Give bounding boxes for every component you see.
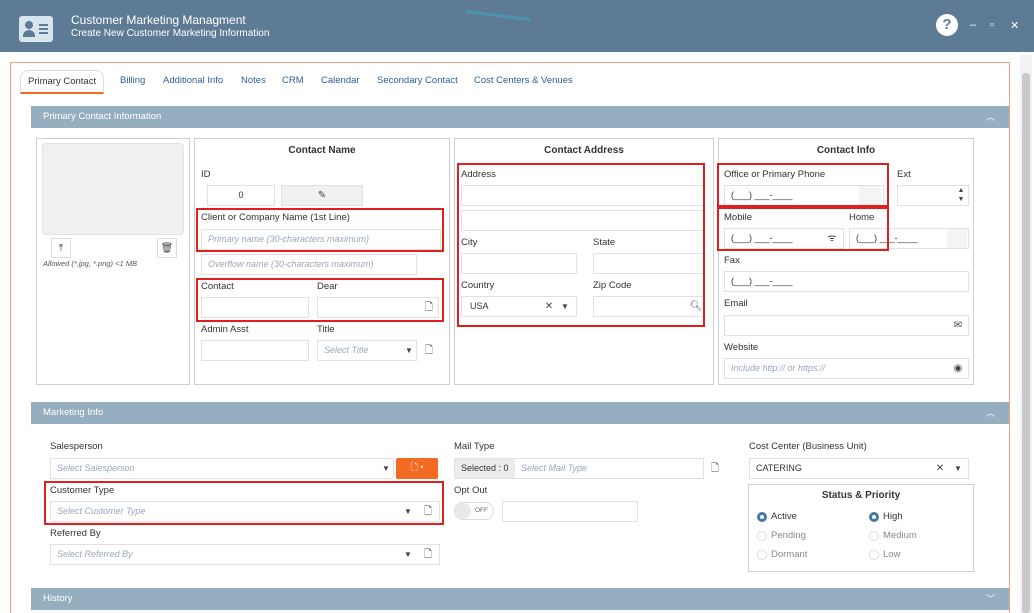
tab-notes[interactable]: Notes [241,70,266,94]
tab-secondary-contact[interactable]: Secondary Contact [377,70,458,94]
highlight-mobile-home [717,207,889,251]
website-label: Website [724,342,759,353]
status-active-radio[interactable] [757,512,767,522]
mail-type-placeholder: Select Mail Type [521,463,587,473]
ext-label: Ext [897,169,911,180]
priority-high-label: High [883,511,903,522]
priority-low-label: Low [883,549,901,560]
salesperson-add-dropdown-button[interactable]: 🗋 ▾ [396,458,438,479]
title-select[interactable]: Select Title [317,340,417,361]
trash-icon[interactable]: 🗑 [157,238,177,258]
highlight-contact-dear [196,278,444,322]
selected-count: Selected : 0 [455,459,515,478]
toggle-state: OFF [475,507,488,514]
chevron-up-icon[interactable]: ︿ [986,106,995,128]
decorative-stroke [465,9,531,22]
chevron-up-icon[interactable]: ︿ [986,402,995,424]
section-header-primary[interactable]: Primary Contact Information ︿ [31,106,1009,128]
opt-out-label: Opt Out [454,485,488,496]
highlight-address [457,163,705,327]
ext-spinner[interactable]: ▲ ▼ [955,186,967,205]
chevron-down-icon[interactable]: ﹀ [986,588,995,610]
tab-calendar[interactable]: Calendar [321,70,360,94]
admin-asst-label: Admin Asst [201,324,249,335]
panel-title: Contact Name [288,145,356,156]
scrollbar-thumb[interactable] [1022,73,1030,613]
help-icon[interactable]: ? [936,14,958,36]
upload-icon[interactable]: ⤒ [51,238,71,258]
highlight-office-phone [717,163,889,207]
chevron-down-icon[interactable]: ▼ [380,459,392,478]
title-bar: Customer Marketing Managment Create New … [0,0,1034,52]
opt-out-input[interactable] [502,501,638,522]
minimize-icon[interactable]: – [970,19,976,31]
window-subtitle: Create New Customer Marketing Informatio… [71,28,270,39]
chevron-down-icon[interactable]: ▼ [402,545,414,564]
chevron-down-icon[interactable]: ▼ [403,341,415,360]
edit-id-pencil-icon[interactable]: ✎ [281,185,363,206]
section-title: Marketing Info [43,407,104,418]
title-template-icon[interactable]: 🗋 [421,341,437,360]
referred-by-select[interactable]: Select Referred By [50,544,440,565]
mail-type-label: Mail Type [454,441,495,452]
chevron-down-icon[interactable]: ▼ [952,459,964,478]
fax-label: Fax [724,255,740,266]
vertical-scrollbar[interactable] [1020,55,1032,613]
id-label: ID [201,169,211,180]
opt-out-toggle[interactable]: OFF [454,502,494,520]
clear-cost-center-icon[interactable]: ✕ [934,459,946,478]
mail-type-select[interactable]: Selected : 0 Select Mail Type [454,458,704,479]
home-action-button[interactable] [947,229,967,248]
priority-medium-label: Medium [883,530,917,541]
id-field[interactable]: 0 [207,185,275,206]
status-active-label: Active [771,511,797,522]
referred-by-template-icon[interactable]: 🗋 [420,545,436,564]
status-dormant-label: Dormant [771,549,808,560]
maximize-icon[interactable]: ▫ [990,19,994,31]
section-title: History [43,593,73,604]
title-label: Title [317,324,335,335]
status-pending-label: Pending [771,530,806,541]
salesperson-select[interactable]: Select Salesperson [50,458,394,479]
highlight-customer-type [44,481,444,525]
section-title: Primary Contact Information [43,111,162,122]
photo-format-note: Allowed (*.jpg, *.png) <1 MB [43,259,138,268]
panel-title: Contact Address [544,145,624,156]
highlight-company-name [196,208,444,252]
status-pending-radio[interactable] [757,531,767,541]
priority-high-radio[interactable] [869,512,879,522]
window-title: Customer Marketing Managment [71,13,246,27]
mail-type-template-icon[interactable]: 🗋 [706,459,724,478]
fax-input[interactable]: (___) ___-____ [724,271,969,292]
status-dormant-radio[interactable] [757,550,767,560]
photo-placeholder [42,143,184,235]
overflow-name-input[interactable]: Overflow name (30-characters maximum) [201,254,417,275]
section-header-history[interactable]: History ﹀ [31,588,1009,610]
salesperson-label: Salesperson [50,441,103,452]
photo-panel: ⤒ 🗑 Allowed (*.jpg, *.png) <1 MB [36,138,190,385]
toggle-knob [455,503,471,519]
contact-name-panel: Contact Name ID 0 ✎ Client or Company Na… [194,138,450,385]
tab-primary-contact[interactable]: Primary Contact [20,70,105,94]
tab-crm[interactable]: CRM [282,70,304,94]
panel-title: Contact Info [816,145,876,156]
referred-by-label: Referred By [50,528,101,539]
email-input[interactable] [724,315,969,336]
cost-center-label: Cost Center (Business Unit) [749,441,867,452]
email-label: Email [724,298,748,309]
section-header-marketing[interactable]: Marketing Info ︿ [31,402,1009,424]
tab-cost-centers[interactable]: Cost Centers & Venues [474,70,573,94]
status-priority-panel: Status & Priority Active Pending Dormant… [748,484,974,572]
close-icon[interactable]: ✕ [1010,19,1019,32]
tab-billing[interactable]: Billing [120,70,145,94]
tab-additional-info[interactable]: Additional Info [163,70,223,94]
globe-icon[interactable]: ◉ [949,359,967,378]
priority-low-radio[interactable] [869,550,879,560]
website-input[interactable]: Include http:// or https:// [724,358,969,379]
envelope-icon[interactable]: ✉ [949,316,967,335]
priority-medium-radio[interactable] [869,531,879,541]
panel-title: Status & Priority [821,490,901,501]
admin-asst-input[interactable] [201,340,309,361]
contact-card-icon [19,16,53,42]
